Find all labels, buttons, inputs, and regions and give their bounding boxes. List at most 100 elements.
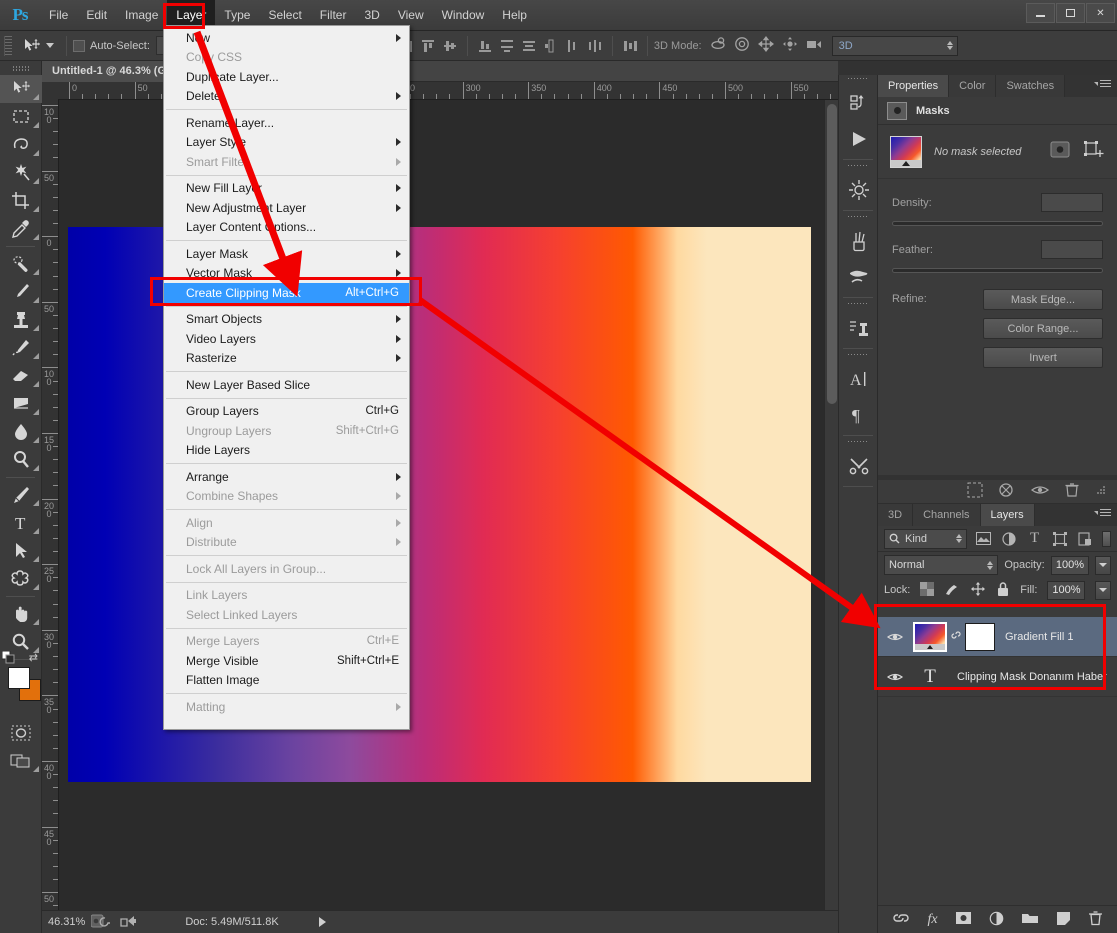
menu-item-new[interactable]: New (164, 28, 409, 48)
layer-style-icon[interactable]: fx (927, 912, 937, 928)
tab-channels[interactable]: Channels (913, 504, 981, 526)
pen-tool[interactable] (0, 481, 42, 509)
menu-item-hide-layers[interactable]: Hide Layers (164, 441, 409, 461)
screen-mode-button[interactable] (0, 747, 42, 775)
opacity-dropdown-button[interactable] (1095, 555, 1111, 575)
density-input[interactable] (1041, 193, 1103, 212)
history-panel-icon[interactable] (839, 85, 879, 121)
slide-3d-icon[interactable] (782, 36, 798, 55)
rail-grip-6[interactable] (839, 438, 877, 448)
rail-grip-4[interactable] (839, 300, 877, 310)
lasso-tool[interactable] (0, 131, 42, 159)
swap-colors-icon[interactable]: ⇄ (29, 651, 38, 664)
layer-thumbnails[interactable]: T (911, 666, 947, 688)
mode-3d-select[interactable]: 3D (831, 35, 958, 56)
menu-item-layer-content-options[interactable]: Layer Content Options... (164, 218, 409, 238)
menu-item-merge-visible[interactable]: Merge Visible Shift+Ctrl+E (164, 651, 409, 671)
brush-presets-panel-icon[interactable] (839, 223, 879, 259)
document-tab[interactable]: Untitled-1 @ 46.3% (G (42, 61, 177, 82)
canvas-vertical-scrollbar[interactable] (824, 100, 838, 910)
menu-item-smart-objects[interactable]: Smart Objects (164, 310, 409, 330)
filter-shape-layers-icon[interactable] (1051, 529, 1068, 549)
menu-item-vector-mask[interactable]: Vector Mask (164, 264, 409, 284)
share-icon[interactable] (119, 914, 137, 931)
load-selection-icon[interactable] (967, 482, 983, 501)
delete-layer-icon[interactable] (1088, 910, 1103, 929)
lock-image-pixels-icon[interactable] (944, 582, 960, 599)
menu-item-new-layer-based-slice[interactable]: New Layer Based Slice (164, 375, 409, 395)
align-top-edges-icon[interactable] (417, 36, 439, 56)
blur-tool[interactable] (0, 418, 42, 446)
tab-color[interactable]: Color (949, 75, 997, 97)
layer-mask-thumbnail[interactable] (965, 622, 995, 651)
menu-item-duplicate-layer[interactable]: Duplicate Layer... (164, 67, 409, 87)
gradient-tool[interactable] (0, 390, 42, 418)
filter-type-layers-icon[interactable]: T (1026, 529, 1043, 549)
layer-visibility-toggle[interactable] (878, 631, 911, 643)
spot-healing-brush-tool[interactable] (0, 250, 42, 278)
brush-panel-icon[interactable] (839, 259, 879, 295)
filter-kind-select[interactable]: Kind (884, 528, 968, 549)
mask-edge-button[interactable]: Mask Edge... (983, 289, 1103, 310)
hand-tool[interactable] (0, 600, 42, 628)
menu-item-layer-style[interactable]: Layer Style (164, 133, 409, 153)
distribute-bottom-edges-icon[interactable] (540, 36, 562, 56)
table-row[interactable]: T Clipping Mask Donanım Haber (878, 657, 1117, 697)
toggle-mask-visibility-icon[interactable] (1030, 483, 1050, 500)
foreground-color-swatch[interactable] (8, 667, 30, 689)
vertical-ruler[interactable]: 100 50 0 50 100 150 200 250 300 350 400 450 50 (42, 100, 59, 910)
filter-pixel-layers-icon[interactable] (975, 529, 992, 549)
menu-item-rename-layer[interactable]: Rename Layer... (164, 113, 409, 133)
add-vector-mask-icon[interactable] (1083, 141, 1105, 162)
resize-grip-icon[interactable] (1095, 484, 1107, 499)
custom-shape-tool[interactable] (0, 565, 42, 593)
new-group-icon[interactable] (1021, 911, 1039, 928)
menu-item-delete[interactable]: Delete (164, 87, 409, 107)
new-layer-icon[interactable] (1056, 911, 1071, 929)
character-panel-icon[interactable]: A (839, 361, 879, 397)
type-tool[interactable]: T (0, 509, 42, 537)
menubar-item-image[interactable]: Image (116, 0, 167, 31)
menu-item-arrange[interactable]: Arrange (164, 467, 409, 487)
blend-mode-select[interactable]: Normal (884, 555, 999, 575)
tab-layers[interactable]: Layers (980, 504, 1035, 526)
dodge-tool[interactable] (0, 446, 42, 474)
add-pixel-mask-icon[interactable] (1049, 141, 1071, 162)
crop-tool[interactable] (0, 187, 42, 215)
tool-presets-panel-icon[interactable] (839, 448, 879, 484)
quick-mask-mode-button[interactable] (0, 719, 42, 747)
menubar-item-window[interactable]: Window (433, 0, 494, 31)
menu-item-create-clipping-mask[interactable]: Create Clipping Mask Alt+Ctrl+G (164, 283, 409, 303)
preview-toggle-icon[interactable] (90, 914, 113, 931)
menu-item-new-adjustment-layer[interactable]: New Adjustment Layer (164, 198, 409, 218)
close-button[interactable]: ✕ (1086, 3, 1115, 23)
menu-item-new-fill-layer[interactable]: New Fill Layer (164, 179, 409, 199)
mode-3d-spinner-icon[interactable] (946, 41, 953, 50)
current-tool-preview[interactable] (17, 38, 60, 54)
rail-grip-1[interactable] (839, 75, 877, 85)
menu-item-video-layers[interactable]: Video Layers (164, 329, 409, 349)
layer-visibility-toggle[interactable] (878, 671, 911, 683)
eraser-tool[interactable] (0, 362, 42, 390)
status-expand-icon[interactable] (318, 917, 326, 927)
auto-select-checkbox[interactable] (73, 39, 85, 52)
color-range-button[interactable]: Color Range... (983, 318, 1103, 339)
layers-panel-menu-icon[interactable] (1094, 509, 1111, 516)
clone-source-panel-icon[interactable] (839, 310, 879, 346)
clone-stamp-tool[interactable] (0, 306, 42, 334)
eyedropper-tool[interactable] (0, 215, 42, 243)
rail-grip-2[interactable] (839, 162, 877, 172)
brush-tool[interactable] (0, 278, 42, 306)
invert-button[interactable]: Invert (983, 347, 1103, 368)
menubar-item-edit[interactable]: Edit (77, 0, 116, 31)
layer-name[interactable]: Gradient Fill 1 (995, 631, 1073, 643)
menu-item-flatten-image[interactable]: Flatten Image (164, 671, 409, 691)
zoom-level[interactable]: 46.31% (48, 916, 85, 928)
rectangular-marquee-tool[interactable] (0, 103, 42, 131)
opacity-value[interactable]: 100% (1050, 555, 1090, 575)
rail-grip-5[interactable] (839, 351, 877, 361)
pan-3d-icon[interactable] (757, 36, 774, 55)
menubar-item-help[interactable]: Help (493, 0, 536, 31)
maximize-button[interactable] (1056, 3, 1085, 23)
distribute-horizontal-centers-icon[interactable] (584, 36, 606, 56)
